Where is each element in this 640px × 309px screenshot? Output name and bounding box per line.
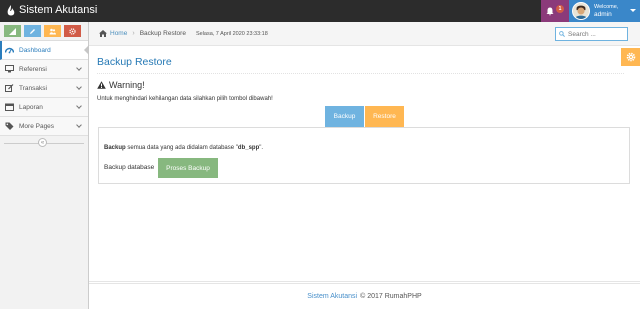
footer-brand: Sistem Akutansi	[307, 293, 358, 300]
breadcrumb: Home › Backup Restore Selasa, 7 April 20…	[89, 22, 640, 46]
warning-heading: Warning!	[97, 80, 145, 90]
sidebar-collapse-row: «	[0, 136, 88, 150]
warning-title: Warning!	[109, 80, 145, 90]
user-greeting: Welcome,	[594, 4, 619, 10]
search-input[interactable]: Search ...	[555, 27, 628, 41]
navbar: Sistem Akutansi 1 Welcome, admin	[0, 0, 640, 22]
notification-badge: 1	[556, 4, 564, 13]
edit-icon	[5, 84, 14, 92]
sidebar: Dashboard Referensi Transaksi Laporan Mo…	[0, 22, 89, 309]
cogs-icon	[69, 27, 76, 35]
sidebar-item-more-pages[interactable]: More Pages	[0, 117, 88, 136]
backup-description: Backup semua data yang ada didalam datab…	[104, 145, 263, 151]
leaf-icon	[7, 4, 15, 15]
sidebar-item-label: Dashboard	[19, 46, 51, 54]
sidebar-item-label: Laporan	[19, 103, 43, 111]
sidebar-item-transaksi[interactable]: Transaksi	[0, 79, 88, 98]
footer: Sistem Akutansi © 2017 RumahPHP	[89, 281, 640, 309]
breadcrumb-home-link[interactable]: Home	[110, 30, 127, 37]
signal-icon	[9, 27, 16, 35]
sidebar-item-referensi[interactable]: Referensi	[0, 60, 88, 79]
sidebar-shortcuts	[0, 22, 88, 41]
notifications-button[interactable]: 1	[541, 0, 569, 22]
sidebar-item-dashboard[interactable]: Dashboard	[0, 41, 89, 60]
chevron-down-icon	[76, 122, 82, 128]
backup-line-text: semua data yang ada didalam database "	[125, 145, 238, 151]
database-name: db_spp	[237, 145, 260, 151]
sidebar-item-label: Referensi	[19, 65, 47, 73]
breadcrumb-current: Backup Restore	[139, 30, 186, 37]
shortcut-users-button[interactable]	[44, 25, 61, 37]
backup-panel: Backup semua data yang ada didalam datab…	[98, 127, 630, 184]
search-placeholder: Search ...	[568, 30, 596, 38]
bell-icon	[546, 7, 554, 15]
avatar	[572, 2, 590, 20]
footer-text: © 2017 RumahPHP	[360, 293, 422, 300]
backup-bold-word: Backup	[104, 145, 126, 151]
datetime-text: Selasa, 7 April 2020 23:33:18	[195, 30, 268, 37]
warning-icon	[97, 81, 106, 89]
search-icon	[559, 31, 565, 37]
tab-backup[interactable]: Backup	[325, 106, 364, 127]
tab-restore[interactable]: Restore	[365, 106, 404, 127]
user-avatar-icon	[573, 3, 589, 19]
caret-down-icon	[630, 9, 636, 12]
user-menu[interactable]: Welcome, admin	[569, 0, 640, 22]
calendar-icon	[5, 103, 14, 111]
user-name: admin	[594, 11, 612, 18]
shortcut-cogs-button[interactable]	[64, 25, 81, 37]
app-title: Sistem Akutansi	[19, 4, 98, 16]
shortcut-pencil-button[interactable]	[24, 25, 41, 37]
chevron-down-icon	[76, 65, 82, 71]
gear-icon	[626, 52, 635, 62]
sidebar-item-label: More Pages	[19, 122, 55, 130]
page-title: Backup Restore	[97, 56, 624, 74]
warning-text: Untuk menghindari kehilangan data silahk…	[97, 96, 273, 102]
backup-database-label: Backup database	[104, 164, 155, 171]
chevron-down-icon	[76, 103, 82, 109]
backup-line-end: ".	[259, 145, 264, 151]
shortcut-signal-button[interactable]	[4, 25, 21, 37]
proses-backup-button[interactable]: Proses Backup	[158, 158, 218, 178]
brand[interactable]: Sistem Akutansi	[7, 4, 97, 16]
breadcrumb-separator: ›	[132, 30, 135, 37]
sidebar-item-laporan[interactable]: Laporan	[0, 98, 88, 117]
user-info: Welcome, admin	[594, 4, 618, 18]
sidebar-collapse-button[interactable]: «	[38, 138, 47, 147]
users-icon	[49, 28, 56, 34]
home-icon	[99, 30, 107, 37]
tachometer-icon	[5, 47, 14, 54]
chevron-down-icon	[76, 84, 82, 90]
sidebar-item-label: Transaksi	[19, 84, 47, 92]
tag-icon	[5, 122, 14, 130]
desktop-icon	[5, 65, 14, 73]
pencil-icon	[30, 28, 35, 34]
